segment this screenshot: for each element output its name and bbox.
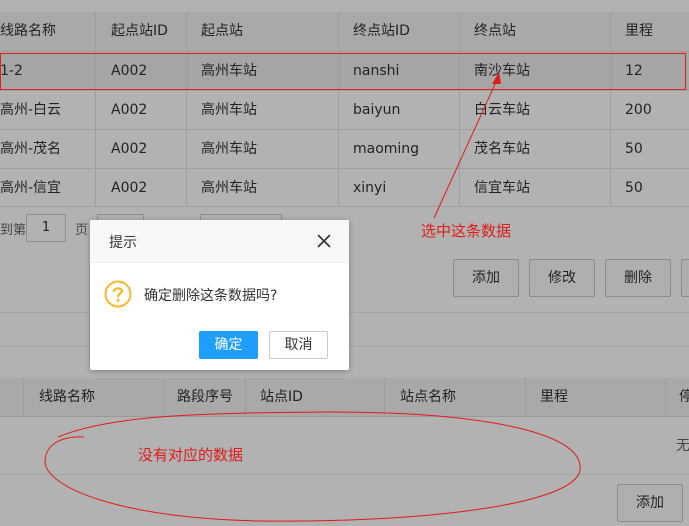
question-icon xyxy=(104,280,132,308)
confirm-dialog: 提示 确定删除这条数据吗? 确定 取消 xyxy=(90,220,349,370)
annotation-ellipse xyxy=(44,411,581,522)
dialog-message: 确定删除这条数据吗? xyxy=(144,288,278,304)
close-icon[interactable] xyxy=(315,232,333,250)
annotation-arrow-line xyxy=(433,79,498,219)
dialog-title: 提示 xyxy=(109,235,137,251)
dialog-title-bar: 提示 xyxy=(90,220,349,263)
confirm-button[interactable]: 确定 xyxy=(199,331,258,359)
empty-note: 没有对应的数据 xyxy=(138,446,244,464)
annotation-arrow-head xyxy=(492,72,501,84)
selected-note: 选中这条数据 xyxy=(421,222,512,240)
cancel-button[interactable]: 取消 xyxy=(269,331,328,359)
